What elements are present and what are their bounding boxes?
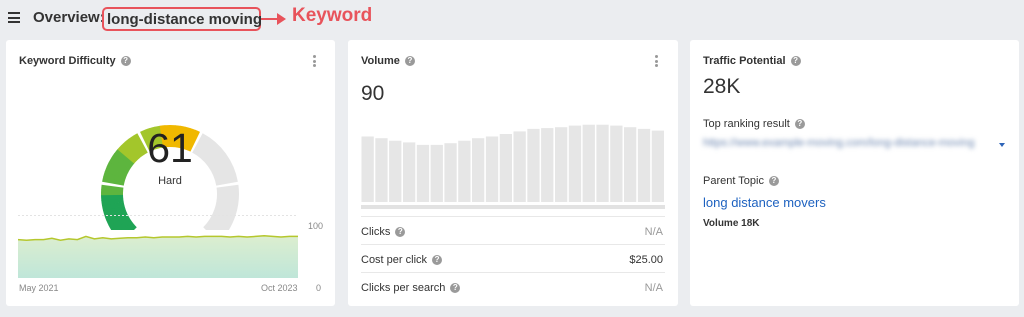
traffic-potential-value: 28K bbox=[703, 75, 741, 98]
volume-bar bbox=[444, 143, 457, 202]
gauge-segment-filled bbox=[102, 176, 125, 186]
cps-label-text: Clicks per search bbox=[361, 282, 446, 294]
metric-row-cpc: Cost per click? $25.00 bbox=[361, 244, 665, 272]
volume-baseline bbox=[361, 205, 665, 209]
metric-row-clicks: Clicks? N/A bbox=[361, 216, 665, 244]
volume-value: 90 bbox=[361, 82, 385, 105]
volume-bar bbox=[651, 130, 664, 202]
kd-rating: Hard bbox=[158, 175, 182, 187]
gauge-segment-filled bbox=[114, 149, 135, 167]
help-icon[interactable]: ? bbox=[432, 255, 443, 265]
chevron-down-icon[interactable] bbox=[999, 143, 1005, 147]
volume-bar bbox=[568, 125, 582, 202]
volume-title-text: Volume bbox=[361, 55, 400, 67]
page-header: Overview: long-distance moving Keyword bbox=[0, 0, 1024, 38]
volume-bar bbox=[403, 142, 416, 202]
gauge-segment-filled bbox=[101, 198, 124, 206]
volume-bar bbox=[361, 136, 374, 202]
parent-topic-volume: Volume 18K bbox=[703, 218, 760, 229]
volume-title: Volume? bbox=[361, 55, 415, 67]
trend-y-max: 100 bbox=[308, 221, 324, 231]
help-icon[interactable]: ? bbox=[395, 227, 406, 237]
trend-area bbox=[18, 235, 298, 278]
volume-bar bbox=[375, 138, 388, 202]
help-icon[interactable]: ? bbox=[768, 176, 779, 186]
volume-bar bbox=[596, 124, 609, 202]
trend-y-min: 0 bbox=[316, 283, 322, 293]
volume-bar bbox=[389, 140, 402, 202]
top-ranking-label-text: Top ranking result bbox=[703, 118, 790, 130]
trend-end-label: Oct 2023 bbox=[261, 283, 298, 293]
cpc-value: $25.00 bbox=[629, 254, 663, 266]
kd-title: Keyword Difficulty? bbox=[19, 55, 131, 67]
annotation-arrow-head bbox=[277, 13, 286, 25]
gauge-segment-filled bbox=[106, 161, 129, 176]
help-icon[interactable]: ? bbox=[450, 283, 461, 293]
keyword-highlight: long-distance moving bbox=[102, 7, 262, 31]
metric-row-clicks-per-search: Clicks per search? N/A bbox=[361, 272, 665, 300]
gauge-segment-filled bbox=[111, 153, 133, 170]
kd-score: 61 bbox=[147, 125, 193, 171]
parent-topic-link[interactable]: long distance movers bbox=[703, 195, 826, 210]
hamburger-menu-icon[interactable] bbox=[8, 12, 20, 23]
cpc-label-text: Cost per click bbox=[361, 254, 428, 266]
volume-bar bbox=[541, 128, 554, 202]
help-icon[interactable]: ? bbox=[404, 56, 415, 66]
trend-start-label: May 2021 bbox=[19, 283, 59, 293]
parent-topic-label: Parent Topic? bbox=[703, 175, 779, 187]
clicks-value: N/A bbox=[644, 226, 663, 238]
clicks-label-text: Clicks bbox=[361, 226, 391, 238]
volume-bar bbox=[485, 136, 499, 202]
volume-bar bbox=[610, 125, 623, 202]
parent-topic-label-text: Parent Topic bbox=[703, 175, 764, 187]
gauge-segment-filled bbox=[104, 166, 127, 179]
gauge-segment-filled bbox=[117, 145, 137, 164]
top-ranking-label: Top ranking result? bbox=[703, 118, 805, 130]
help-icon[interactable]: ? bbox=[794, 119, 805, 129]
gauge-segment-filled bbox=[103, 171, 126, 183]
more-options-icon[interactable] bbox=[655, 55, 659, 69]
overview-label: Overview: bbox=[33, 9, 105, 26]
volume-bar bbox=[624, 127, 637, 202]
cps-label: Clicks per search? bbox=[361, 282, 461, 294]
more-options-icon[interactable] bbox=[313, 55, 317, 69]
clicks-label: Clicks? bbox=[361, 226, 406, 238]
annotation-label: Keyword bbox=[292, 5, 373, 26]
tp-title-text: Traffic Potential bbox=[703, 55, 786, 67]
volume-bar bbox=[637, 128, 651, 202]
volume-bar bbox=[416, 144, 430, 202]
volume-bar bbox=[458, 140, 471, 202]
traffic-potential-card: Traffic Potential? 28K Top ranking resul… bbox=[690, 40, 1019, 306]
volume-bar bbox=[555, 127, 568, 202]
gauge-segment-filled bbox=[120, 141, 140, 162]
gauge-segment-filled bbox=[103, 205, 126, 217]
volume-bar-chart bbox=[361, 124, 665, 209]
tp-title: Traffic Potential? bbox=[703, 55, 801, 67]
volume-bar bbox=[499, 134, 512, 202]
cpc-label: Cost per click? bbox=[361, 254, 443, 266]
volume-bar bbox=[472, 138, 485, 202]
keyword-difficulty-card: Keyword Difficulty? 61 Hard 100 0 May 20… bbox=[6, 40, 335, 306]
help-icon[interactable]: ? bbox=[790, 56, 801, 66]
top-ranking-url[interactable]: https://www.example-moving.com/long-dist… bbox=[703, 137, 993, 149]
volume-bar bbox=[527, 128, 540, 202]
gauge-segment-filled bbox=[108, 157, 131, 173]
kd-trend-chart bbox=[18, 215, 298, 278]
volume-bar bbox=[513, 131, 526, 202]
volume-bar bbox=[582, 124, 595, 202]
volume-bar bbox=[430, 144, 443, 202]
cps-value: N/A bbox=[644, 282, 663, 294]
gauge-segment-filled bbox=[101, 201, 125, 211]
help-icon[interactable]: ? bbox=[120, 56, 131, 66]
volume-card: Volume? 90 Clicks? N/A Cost per click? $… bbox=[348, 40, 678, 306]
kd-title-text: Keyword Difficulty bbox=[19, 55, 116, 67]
